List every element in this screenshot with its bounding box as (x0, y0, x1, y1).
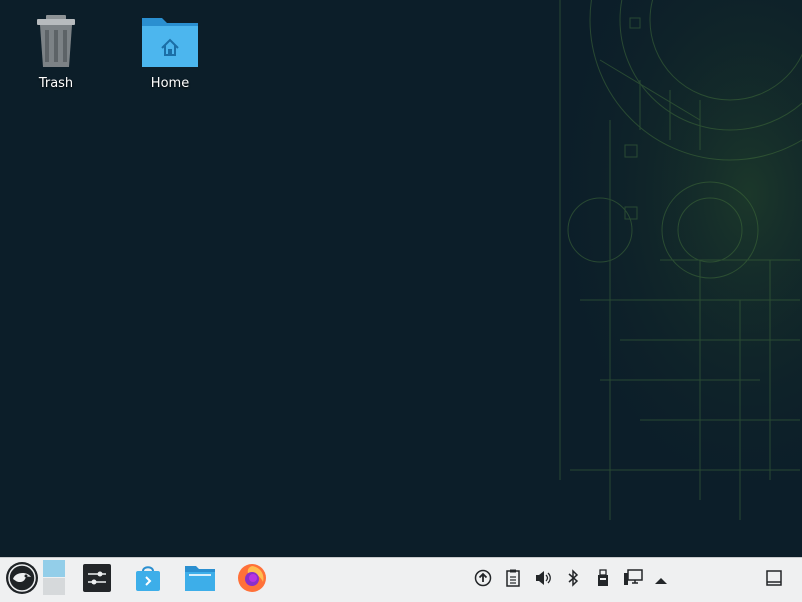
speaker-icon (534, 569, 552, 591)
updates-tray-button[interactable] (473, 569, 493, 591)
trash-icon (26, 12, 86, 72)
virtual-desktop-pager-icon (41, 560, 67, 600)
network-monitor-icon (623, 569, 643, 591)
desktop-icon-label: Home (150, 76, 190, 91)
wallpaper (0, 0, 802, 556)
virtual-desktop-pager[interactable] (38, 560, 70, 600)
usb-drive-icon (596, 569, 610, 591)
folder-icon (184, 563, 216, 597)
bluetooth-icon (566, 569, 580, 591)
desktop-icon-trash[interactable]: Trash (11, 12, 101, 91)
application-launcher-button[interactable] (2, 562, 42, 598)
expand-tray-button[interactable] (651, 570, 671, 590)
volume-tray-button[interactable] (533, 570, 553, 590)
taskbar (0, 557, 802, 602)
settings-sliders-icon (82, 563, 112, 597)
home-folder-icon (140, 12, 200, 72)
desktop-icon-home[interactable]: Home (125, 12, 215, 91)
clipboard-icon (505, 569, 521, 591)
update-arrow-icon (474, 569, 492, 591)
network-tray-button[interactable] (623, 569, 643, 591)
opensuse-gecko-icon (5, 561, 39, 599)
clipboard-tray-button[interactable] (503, 569, 523, 591)
system-settings-launcher[interactable] (77, 562, 117, 598)
firefox-icon (236, 562, 268, 598)
desktop-icon-label: Trash (38, 76, 74, 91)
show-desktop-icon (765, 569, 783, 591)
software-center-launcher[interactable] (128, 562, 168, 598)
up-triangle-icon (654, 571, 668, 590)
discover-bag-icon (133, 563, 163, 597)
file-manager-launcher[interactable] (180, 562, 220, 598)
desktop[interactable]: Trash Home (0, 0, 802, 556)
show-desktop-button[interactable] (764, 570, 784, 590)
firefox-launcher[interactable] (232, 562, 272, 598)
removable-devices-tray-button[interactable] (593, 569, 613, 591)
bluetooth-tray-button[interactable] (563, 569, 583, 591)
